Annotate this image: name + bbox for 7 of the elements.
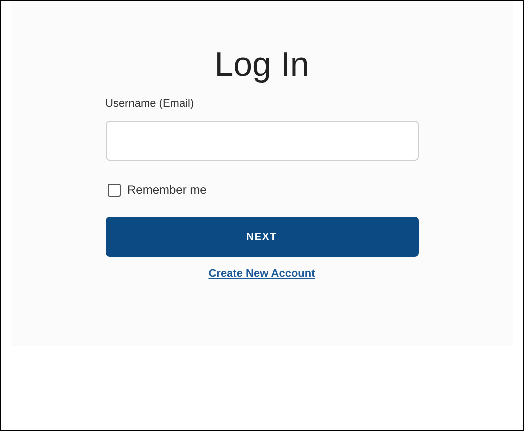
create-account-link[interactable]: Create New Account [208, 266, 316, 282]
username-field[interactable] [106, 121, 418, 161]
remember-label: Remember me [128, 182, 207, 199]
field-label: Username (Email) [106, 97, 196, 111]
next-button[interactable]: NEXT [106, 217, 418, 257]
remember-checkbox[interactable] [108, 184, 120, 196]
page-title: Log In [214, 45, 310, 85]
